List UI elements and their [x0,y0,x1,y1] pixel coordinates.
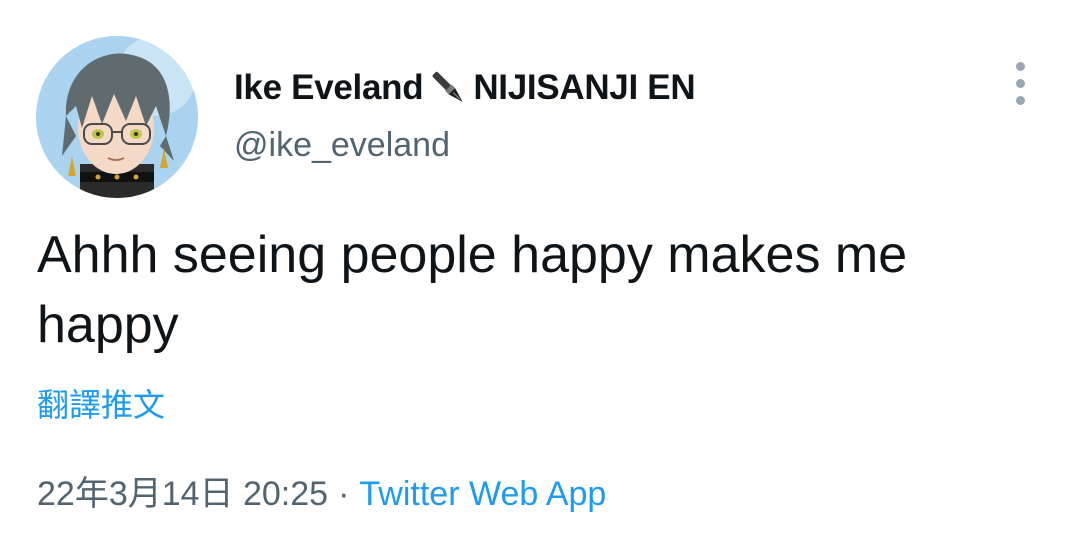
more-vertical-icon-dot [1015,78,1025,88]
more-options-button[interactable] [1002,60,1038,106]
more-vertical-icon-dot [1015,95,1025,105]
more-vertical-icon-dot [1015,61,1025,71]
tweet: Ike Eveland NIJISANJI EN @ike_eveland Ah… [0,0,1080,541]
user-handle[interactable]: @ike_eveland [234,126,450,165]
tweet-meta: 22年3月14日 20:25 · Twitter Web App [37,466,606,515]
fountain-pen-icon [425,66,471,110]
tweet-source-link[interactable]: Twitter Web App [359,475,606,513]
tweet-timestamp[interactable]: 22年3月14日 20:25 [37,475,328,513]
avatar[interactable] [36,36,198,198]
display-name-part2: NIJISANJI EN [473,68,696,107]
display-name-part1: Ike Eveland [234,68,424,107]
avatar-image [36,36,198,198]
display-name[interactable]: Ike Eveland NIJISANJI EN [234,66,696,110]
translate-tweet-link[interactable]: 翻譯推文 [37,380,165,426]
tweet-text: Ahhh seeing people happy makes me happy [37,226,908,354]
meta-separator: · [338,475,350,513]
